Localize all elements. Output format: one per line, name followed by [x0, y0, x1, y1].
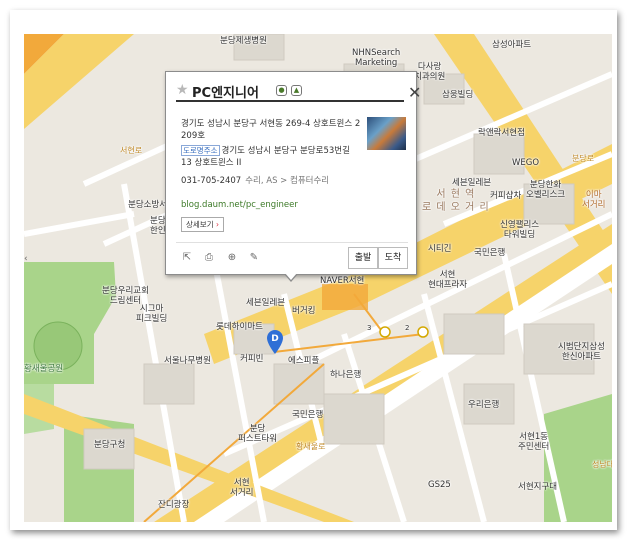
road-address-block: 도로명주소 경기도 성남시 분당구 분당로53번길 13 상호트윈스 II: [181, 145, 361, 169]
phone-line: 031-705-2407 수리, AS > 컴퓨터수리: [181, 174, 329, 186]
map-label-sinyeong: 신영팰리스 타워빌딩: [500, 220, 540, 240]
phone-number: 031-705-2407: [181, 176, 242, 186]
map-label-sigma: 시그마 피크빌딩: [136, 304, 168, 324]
map-label-dasarang: 다사랑 치과의원: [414, 62, 446, 82]
road-address-tag: 도로명주소: [181, 145, 220, 156]
map-label-seohyeon-gr: 서현 서거리: [230, 478, 254, 498]
homepage-link[interactable]: blog.daum.net/pc_engineer: [181, 200, 298, 210]
zoom-icon[interactable]: ⊕: [226, 252, 238, 264]
print-icon[interactable]: ⎙: [203, 252, 215, 264]
map-label-seohyeon-station: 서 현 역 로 데 오 거 리: [422, 189, 490, 213]
map-label-espresso: 에스피플: [288, 356, 320, 366]
popup-tail-inner: [285, 273, 297, 280]
subway-marker-2: [417, 326, 429, 338]
map-label-lotte-hi: 롯데하이마트: [216, 322, 263, 332]
place-info-popup: ★ PC엔지니어 ● ▲ ✕ 경기도 성남시 분당구 서현동 269-4 상호트…: [165, 71, 421, 282]
park-area-4: [544, 394, 612, 522]
popup-title-row: ★ PC엔지니어 ● ▲ ✕: [176, 80, 421, 102]
share-icon[interactable]: ⇱: [181, 252, 193, 264]
location-badge-icon: ●: [276, 85, 287, 96]
map-label-hana: 하나은행: [330, 370, 362, 380]
map-label-naver: NAVER서현: [320, 276, 365, 286]
map-label-seohyeon-jigu: 서현지구대: [518, 482, 558, 492]
map-label-coffee: 커피샵차: [490, 191, 522, 201]
chevron-right-icon: ›: [216, 220, 219, 229]
map-label-gs25: GS25: [428, 480, 451, 490]
map-label-nhn: NHNSearch Marketing: [352, 48, 401, 68]
map-label-hwangsaeul-road: 황새울로: [296, 442, 326, 451]
map-label-park: 황새울공원: [24, 364, 64, 374]
map-label-wego: WEGO: [512, 158, 540, 168]
map-label-seohyeon-road: 서현로: [120, 146, 143, 155]
arrive-button[interactable]: 도착: [378, 247, 408, 269]
subway-number-2: 2: [405, 324, 410, 332]
map-label-bundang-hanhwa: 분당한화 오벨리스크: [526, 180, 566, 200]
map-label-seohyeon-road2: 성남대로: [592, 460, 612, 469]
map-label-seven-eleven: 세븐일레븐: [452, 178, 492, 188]
map-label-kookmin-2: 국민은행: [292, 410, 324, 420]
map-label-bundang-fire: 분당소방서: [128, 200, 168, 210]
detail-button-label: 상세보기: [186, 220, 214, 229]
map-label-bundang-hanin: 분당 한인: [150, 216, 166, 236]
map-label-burger: 버거킹: [292, 306, 316, 316]
edit-icon[interactable]: ✎: [248, 252, 260, 264]
map-label-sibeom: 시범단지삼성 한신아파트: [558, 342, 605, 362]
map-label-woori: 우리은행: [468, 400, 500, 410]
map-label-seohyeon1: 서현1동 주민센터: [518, 432, 550, 452]
map-label-coffee-bean: 커피빈: [240, 354, 264, 364]
favorite-star-icon[interactable]: ★: [176, 82, 189, 98]
jibun-address: 경기도 성남시 분당구 서현동 269-4 상호트윈스 2 209호: [181, 119, 361, 141]
place-title: PC엔지니어: [192, 86, 259, 101]
map-label-sangwoo: 삼웅빌딩: [442, 90, 474, 100]
map-label-seoul-tree: 서울나무병원: [164, 356, 211, 366]
close-icon[interactable]: ✕: [408, 85, 421, 101]
subway-marker-3: [379, 326, 391, 338]
map-pin-icon: D: [267, 330, 283, 354]
map-label-bundang-tower: 분당 퍼스트타워: [238, 424, 278, 444]
place-category: 수리, AS > 컴퓨터수리: [245, 176, 330, 186]
map-label-kookmin-1: 국민은행: [474, 248, 506, 258]
station-block: [322, 284, 368, 310]
roadview-badge-icon: ▲: [291, 85, 302, 96]
marker-letter: D: [271, 334, 278, 344]
map-label-hyundai-plaza: 서현 현대프라자: [428, 270, 468, 290]
map-label-bundang-uri: 분당우리교회 드림센터: [102, 286, 149, 306]
map-label-bundang-road: 분당로: [572, 154, 595, 163]
map-label-emart: 이마 서거리: [582, 190, 606, 210]
map-frame: ‹ 분당제생병원 NHNSearch Marketing 다사랑 치과의원 삼성…: [10, 10, 617, 530]
pan-left-icon[interactable]: ‹: [24, 254, 28, 264]
location-marker[interactable]: D: [267, 330, 283, 354]
map-label-samsung-apt: 삼성아파트: [492, 40, 532, 50]
map-label-bundang-jesaeng: 분당제생병원: [220, 36, 267, 46]
map-label-raktewon: 락앤락서현점: [478, 128, 525, 138]
detail-button[interactable]: 상세보기 ›: [181, 217, 224, 232]
place-thumbnail[interactable]: [367, 117, 406, 150]
depart-button[interactable]: 출발: [348, 247, 378, 269]
map-label-jandi: 잔디광장: [158, 500, 190, 510]
map-label-bundang-gu: 분당구청: [94, 440, 126, 450]
park-circle: [33, 321, 83, 371]
popup-divider: [176, 242, 408, 243]
subway-number-3: 3: [367, 324, 372, 332]
map-label-sigitigen: 시티긴: [428, 244, 452, 254]
map-label-seomyeon: 세븐일레븐: [246, 298, 286, 308]
